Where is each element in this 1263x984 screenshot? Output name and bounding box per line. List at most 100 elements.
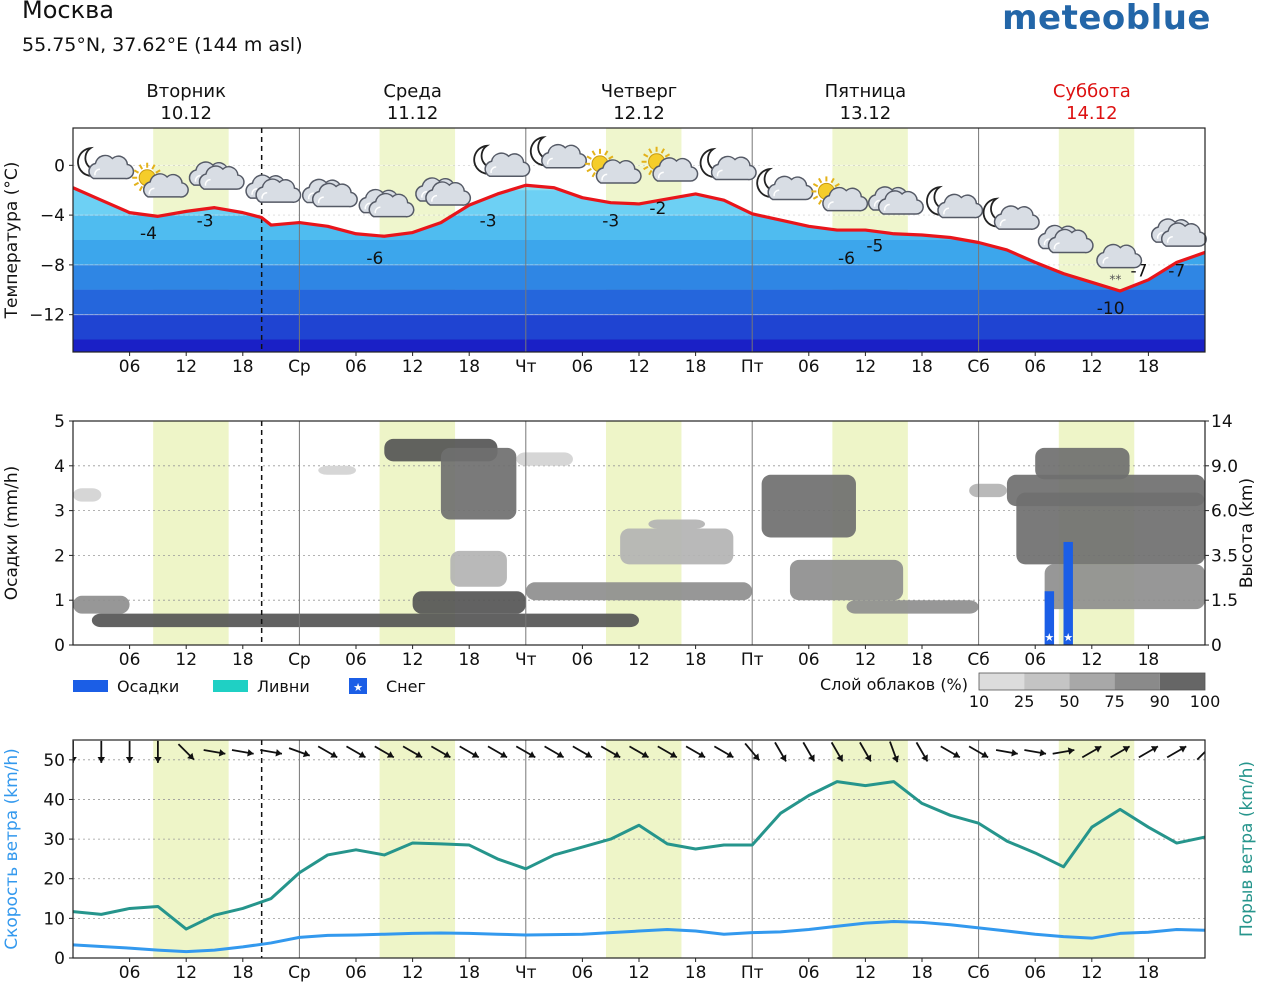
y-tick-label: 0 — [54, 636, 65, 656]
snow-marker: ★ — [1044, 631, 1054, 644]
x-tick-hour: 12 — [175, 963, 197, 983]
y-tick-label: 2 — [54, 546, 65, 566]
cloud-colorbar-step — [1024, 673, 1070, 690]
x-tick-hour: 06 — [345, 650, 367, 670]
x-tick-hour: 06 — [345, 963, 367, 983]
x-tick-hour: 06 — [572, 357, 594, 377]
snow-marker: ★ — [1063, 631, 1073, 644]
y-tick-label: 30 — [43, 830, 65, 850]
cloud-layer — [440, 447, 517, 520]
x-tick-hour: 18 — [685, 963, 707, 983]
x-tick-hour: 18 — [1138, 650, 1160, 670]
cloud-layer — [620, 528, 734, 565]
day-date: 10.12 — [160, 103, 212, 124]
x-tick-hour: 06 — [572, 963, 594, 983]
temperature-plot: -4-3-6-3 -3-2-6-5-10-7 -7 — [73, 128, 1205, 352]
y-axis-label-right: Высота (km) — [1237, 478, 1257, 588]
temperature-band — [73, 314, 1205, 340]
cloud-layer — [1016, 492, 1205, 565]
wind-plot — [73, 740, 1213, 958]
cloud-colorbar-tick: 10 — [969, 692, 989, 711]
y-tick-label-right: 0 — [1211, 636, 1222, 656]
x-tick-day: Сб — [967, 963, 989, 983]
x-tick-hour: 06 — [119, 963, 141, 983]
y-tick-label: 4 — [54, 457, 65, 477]
temperature-label: -6 — [838, 249, 855, 269]
cloud-colorbar-tick: 90 — [1150, 692, 1170, 711]
x-tick-hour: 06 — [119, 357, 141, 377]
cloud-colorbar-step — [979, 673, 1025, 690]
meteogram-svg: Вторник10.12 Среда11.12 Четверг12.12 Пятниц… — [2, 81, 1257, 983]
y-tick-label: 1 — [54, 591, 65, 611]
temperature-label: -3 — [197, 212, 214, 232]
y-tick-label: −12 — [29, 306, 65, 326]
day-name: Среда — [383, 81, 442, 102]
cloud-layer — [450, 550, 507, 587]
x-tick-hour: 18 — [1138, 963, 1160, 983]
x-tick-hour: 06 — [798, 650, 820, 670]
daylight-band — [153, 421, 229, 645]
x-tick-hour: 12 — [402, 357, 424, 377]
y-tick-label-right: 9.0 — [1211, 457, 1238, 477]
x-tick-hour: 18 — [1138, 357, 1160, 377]
daylight-band — [379, 740, 456, 958]
y-axis-label-left: Скорость ветра (km/h) — [2, 748, 22, 950]
day-name: Вторник — [146, 81, 226, 102]
precipitation-bar — [1063, 541, 1073, 645]
x-tick-hour: 12 — [855, 357, 877, 377]
x-tick-day: Пт — [741, 963, 764, 983]
cloud-layer — [525, 582, 753, 601]
y-tick-label: 20 — [43, 870, 65, 890]
x-tick-hour: 06 — [798, 357, 820, 377]
x-tick-hour: 12 — [1081, 963, 1103, 983]
x-tick-hour: 12 — [1081, 650, 1103, 670]
cloud-colorbar-step — [1159, 673, 1205, 690]
x-tick-day: Чт — [515, 357, 537, 377]
x-tick-hour: 06 — [1024, 963, 1046, 983]
x-tick-hour: 12 — [402, 650, 424, 670]
x-tick-hour: 18 — [232, 650, 254, 670]
day-date: 13.12 — [840, 103, 892, 124]
legend-label-precip: Осадки — [117, 677, 179, 696]
y-tick-label-right: 6.0 — [1211, 502, 1238, 522]
temperature-label: -10 — [1097, 299, 1125, 319]
x-tick-hour: 06 — [1024, 357, 1046, 377]
x-tick-hour: 18 — [458, 650, 480, 670]
legend-swatch-showers — [213, 680, 248, 692]
y-tick-label: −8 — [40, 256, 65, 276]
y-tick-label: 5 — [54, 412, 65, 432]
x-tick-hour: 18 — [685, 357, 707, 377]
cloud-colorbar-step — [1114, 673, 1160, 690]
wind-arrow-head — [1206, 744, 1213, 751]
x-tick-hour: 06 — [345, 357, 367, 377]
x-tick-day: Ср — [288, 650, 311, 670]
y-tick-label: 10 — [43, 909, 65, 929]
cloud-layer — [412, 591, 526, 614]
daylight-band — [1058, 740, 1135, 958]
legend-label-showers: Ливни — [257, 677, 310, 696]
precipitation-plot: ★ ★ — [73, 421, 1205, 645]
x-tick-day: Пт — [741, 357, 764, 377]
x-tick-day: Чт — [515, 963, 537, 983]
cloud-colorbar-tick: 25 — [1014, 692, 1034, 711]
day-date: 12.12 — [613, 103, 665, 124]
x-tick-hour: 12 — [628, 357, 650, 377]
x-tick-day: Сб — [967, 357, 989, 377]
x-tick-day: Сб — [967, 650, 989, 670]
day-date: 11.12 — [387, 103, 439, 124]
y-tick-label: −4 — [40, 206, 65, 226]
y-tick-label: 0 — [54, 156, 65, 176]
x-tick-day: Ср — [288, 963, 311, 983]
x-tick-hour: 12 — [175, 357, 197, 377]
x-tick-hour: 12 — [402, 963, 424, 983]
temperature-label: -7 — [1168, 261, 1185, 281]
cloud-layer — [648, 519, 706, 529]
cloud-layer — [761, 474, 856, 538]
cloud-layer — [73, 595, 130, 614]
x-tick-hour: 18 — [458, 357, 480, 377]
meteogram: Москва 55.75°N, 37.62°E (144 m asl) mete… — [0, 0, 1263, 984]
x-tick-hour: 12 — [1081, 357, 1103, 377]
x-tick-day: Чт — [515, 650, 537, 670]
y-tick-label: 0 — [54, 949, 65, 969]
x-tick-hour: 06 — [119, 650, 141, 670]
